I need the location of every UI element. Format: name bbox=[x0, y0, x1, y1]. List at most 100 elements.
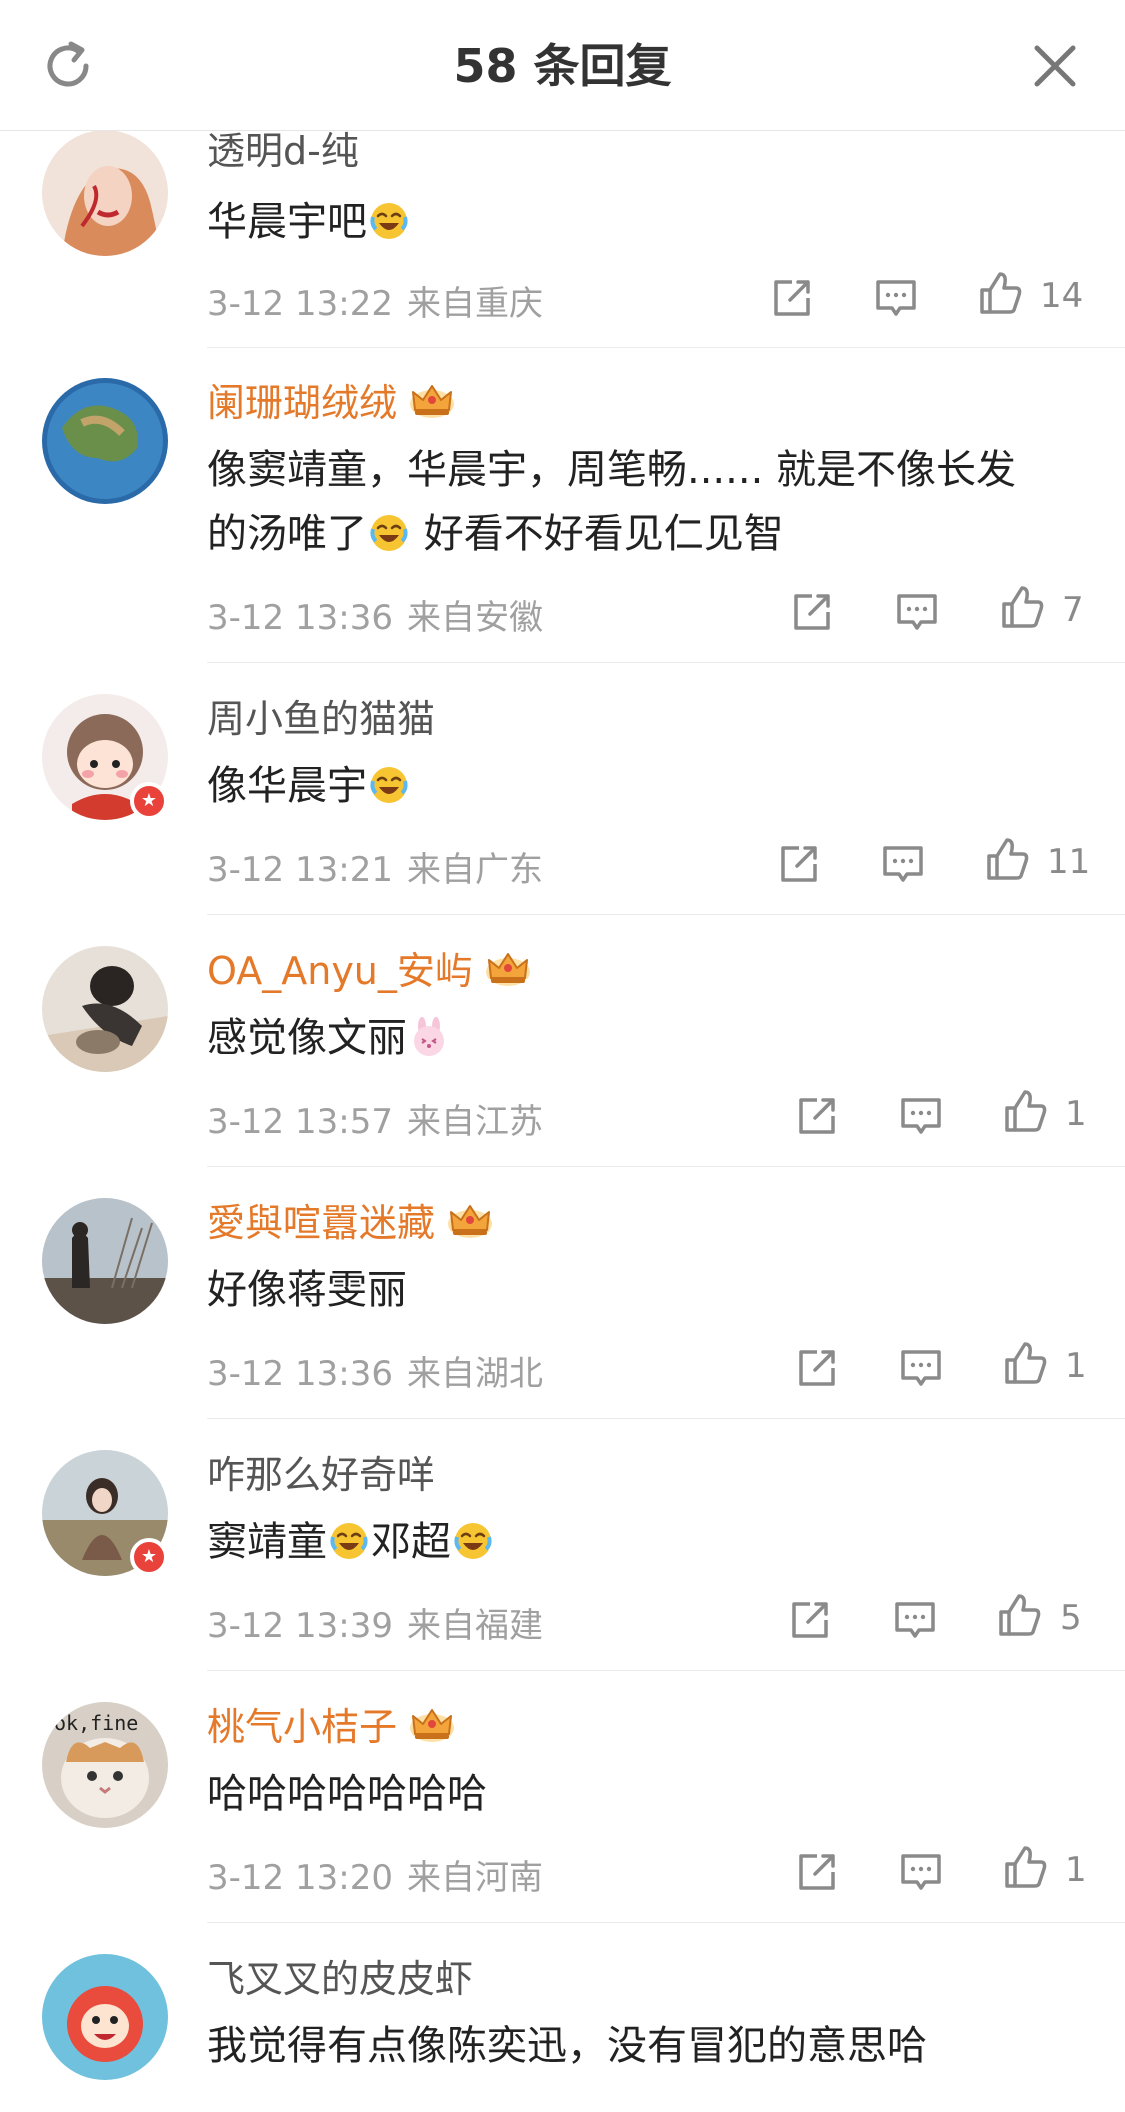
comment-meta: 3-12 13:20 来自河南 bbox=[207, 1850, 543, 1899]
avatar[interactable] bbox=[42, 1198, 168, 1324]
vip-crown-icon bbox=[405, 1704, 459, 1744]
comment-meta: 3-12 13:36 来自安徽 bbox=[207, 590, 543, 639]
comment-text: 好像蒋雯丽 bbox=[207, 1267, 407, 1313]
like-count: 11 bbox=[1047, 842, 1091, 882]
comment-text-part: 的汤唯了 bbox=[207, 511, 367, 557]
comment-icon[interactable] bbox=[897, 1848, 945, 1896]
comment-meta: 3-12 13:39 来自福建 bbox=[207, 1598, 543, 1647]
comment-text-part: 华晨宇吧 bbox=[207, 199, 367, 245]
comment-text-part: 感觉像文丽 bbox=[207, 1015, 407, 1061]
comment-icon[interactable] bbox=[872, 274, 920, 322]
username[interactable]: OA_Anyu_安屿 bbox=[207, 946, 535, 996]
comment-meta: 3-12 13:21 来自广东 bbox=[207, 842, 543, 891]
share-icon[interactable] bbox=[788, 588, 836, 636]
verified-badge: ★ bbox=[130, 782, 168, 820]
divider bbox=[207, 1670, 1125, 1671]
divider bbox=[207, 662, 1125, 663]
vip-crown-icon bbox=[481, 948, 535, 988]
share-icon[interactable] bbox=[793, 1344, 841, 1392]
username[interactable]: 桃气小桔子 bbox=[207, 1702, 459, 1752]
username[interactable]: 透明d-纯 bbox=[207, 126, 359, 176]
share-icon[interactable] bbox=[793, 1848, 841, 1896]
timestamp: 3-12 13:57 bbox=[207, 1102, 393, 1142]
laugh-cry-emoji bbox=[453, 1521, 493, 1561]
share-icon[interactable] bbox=[793, 1092, 841, 1140]
location: 来自安徽 bbox=[406, 598, 543, 638]
comment-icon[interactable] bbox=[897, 1092, 945, 1140]
laugh-cry-emoji bbox=[369, 765, 409, 805]
share-icon[interactable] bbox=[768, 274, 816, 322]
timestamp: 3-12 13:36 bbox=[207, 1354, 393, 1394]
comment-text: 哈哈哈哈哈哈哈 bbox=[207, 1771, 487, 1817]
divider bbox=[207, 914, 1125, 915]
comment-icon[interactable] bbox=[893, 588, 941, 636]
comment-text: 华晨宇吧 bbox=[207, 190, 1087, 254]
laugh-cry-emoji bbox=[369, 513, 409, 553]
like-count: 7 bbox=[1062, 590, 1084, 630]
divider bbox=[207, 1418, 1125, 1419]
close-icon[interactable] bbox=[1025, 36, 1085, 96]
comment-meta: 3-12 13:57 来自江苏 bbox=[207, 1094, 543, 1143]
laugh-cry-emoji bbox=[369, 201, 409, 241]
avatar[interactable]: ok,fine bbox=[42, 1702, 168, 1828]
timestamp: 3-12 13:22 bbox=[207, 284, 393, 324]
comment-meta: 3-12 13:22 来自重庆 bbox=[207, 276, 543, 325]
username[interactable]: 阑珊瑚绒绒 bbox=[207, 378, 459, 428]
like-icon[interactable] bbox=[983, 836, 1031, 884]
like-icon[interactable] bbox=[1001, 1340, 1049, 1388]
comment-text-part: 窦靖童 bbox=[207, 1519, 327, 1565]
comment-icon[interactable] bbox=[897, 1344, 945, 1392]
divider bbox=[207, 1922, 1125, 1923]
comment-text: 我觉得有点像陈奕迅，没有冒犯的意思哈 bbox=[207, 2023, 927, 2069]
verified-badge: ★ bbox=[130, 1538, 168, 1576]
comment-text: 像华晨宇 bbox=[207, 754, 1087, 818]
location: 来自福建 bbox=[406, 1606, 543, 1646]
timestamp: 3-12 13:39 bbox=[207, 1606, 393, 1646]
like-icon[interactable] bbox=[1001, 1088, 1049, 1136]
like-count: 5 bbox=[1060, 1598, 1082, 1638]
comment-text: 感觉像文丽 bbox=[207, 1006, 1087, 1070]
like-icon[interactable] bbox=[998, 584, 1046, 632]
comment-icon[interactable] bbox=[891, 1596, 939, 1644]
comment-text-part: 好看不好看见仁见智 bbox=[423, 511, 784, 557]
comment-text-line: 像窦靖童，华晨宇，周笔畅...... 就是不像长发 bbox=[207, 447, 1017, 493]
comment-text-part: 邓超 bbox=[371, 1519, 451, 1565]
like-count: 1 bbox=[1065, 1850, 1087, 1890]
like-count: 14 bbox=[1040, 276, 1084, 316]
location: 来自湖北 bbox=[406, 1354, 543, 1394]
share-icon[interactable] bbox=[786, 1596, 834, 1644]
location: 来自江苏 bbox=[406, 1102, 543, 1142]
timestamp: 3-12 13:20 bbox=[207, 1858, 393, 1898]
comment-text: 像窦靖童，华晨宇，周笔畅...... 就是不像长发 的汤唯了 好看不好看见仁见智 bbox=[207, 438, 1087, 566]
like-count: 1 bbox=[1065, 1346, 1087, 1386]
location: 来自广东 bbox=[406, 850, 543, 890]
like-icon[interactable] bbox=[976, 270, 1024, 318]
page-title: 58 条回复 bbox=[453, 39, 672, 93]
share-icon[interactable] bbox=[775, 840, 823, 888]
location: 来自重庆 bbox=[406, 284, 543, 324]
avatar[interactable] bbox=[42, 1954, 168, 2080]
avatar-caption: ok,fine bbox=[54, 1711, 138, 1735]
username[interactable]: 飞叉叉的皮皮虾 bbox=[207, 1954, 473, 2004]
divider bbox=[207, 347, 1125, 348]
vip-crown-icon bbox=[443, 1200, 497, 1240]
avatar[interactable] bbox=[42, 130, 168, 256]
like-icon[interactable] bbox=[1001, 1844, 1049, 1892]
username[interactable]: 愛與喧囂迷藏 bbox=[207, 1198, 497, 1248]
laugh-cry-emoji bbox=[329, 1521, 369, 1561]
like-count: 1 bbox=[1065, 1094, 1087, 1134]
avatar[interactable] bbox=[42, 946, 168, 1072]
divider bbox=[207, 1166, 1125, 1167]
comment-text-part: 像华晨宇 bbox=[207, 763, 367, 809]
username[interactable]: 周小鱼的猫猫 bbox=[207, 694, 435, 744]
comment-meta: 3-12 13:36 来自湖北 bbox=[207, 1346, 543, 1395]
username[interactable]: 咋那么好奇咩 bbox=[207, 1450, 435, 1500]
vip-crown-icon bbox=[405, 380, 459, 420]
like-icon[interactable] bbox=[995, 1592, 1043, 1640]
comment-text: 窦靖童 邓超 bbox=[207, 1510, 1087, 1574]
avatar[interactable] bbox=[42, 378, 168, 504]
reply-header: 58 条回复 bbox=[0, 0, 1125, 131]
location: 来自河南 bbox=[406, 1858, 543, 1898]
timestamp: 3-12 13:36 bbox=[207, 598, 393, 638]
comment-icon[interactable] bbox=[879, 840, 927, 888]
